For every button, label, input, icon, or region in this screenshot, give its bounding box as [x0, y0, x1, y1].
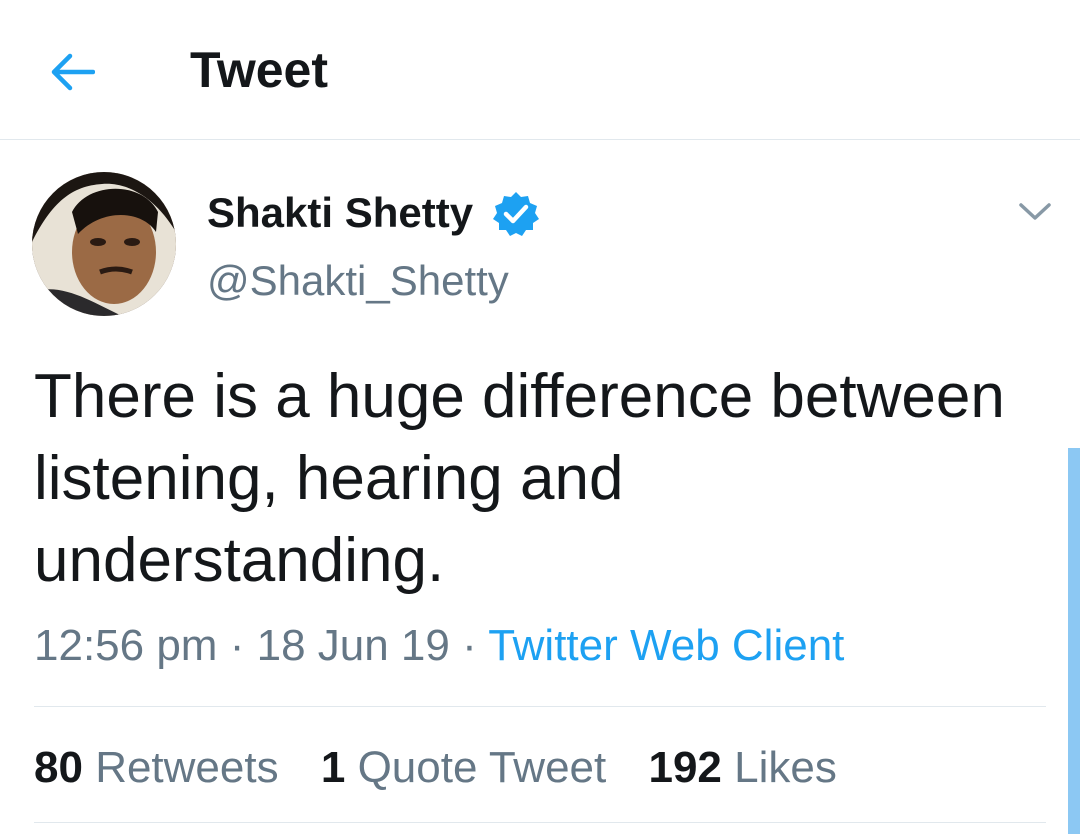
quotes-label: Quote Tweet	[357, 743, 607, 792]
meta-separator: ·	[229, 621, 245, 670]
meta-separator: ·	[462, 621, 477, 670]
quotes-count: 1	[320, 743, 346, 792]
tweet-menu-button[interactable]	[1010, 192, 1060, 232]
arrow-left-icon	[51, 53, 95, 91]
likes-label: Likes	[734, 743, 837, 792]
retweets-label: Retweets	[95, 743, 279, 792]
tweet-text: There is a huge difference between liste…	[34, 362, 1005, 595]
tweet-detail-page: Tweet Shakti Shetty @Shakti_Shetty There…	[0, 0, 1080, 834]
page-title: Tweet	[190, 42, 328, 98]
scrollbar[interactable]	[1068, 448, 1080, 834]
divider	[34, 706, 1046, 707]
avatar-photo	[32, 172, 176, 316]
likes-stat[interactable]: 192 Likes	[648, 740, 836, 796]
tweet-stats: 80 Retweets 1 Quote Tweet 192 Likes	[34, 740, 867, 796]
divider	[34, 822, 1046, 823]
author-name[interactable]: Shakti Shetty	[207, 188, 473, 238]
tweet-source-link[interactable]: Twitter Web Client	[488, 621, 844, 670]
author-handle[interactable]: @Shakti_Shetty	[207, 256, 509, 306]
tweet-time: 12:56 pm	[34, 621, 218, 670]
retweets-stat[interactable]: 80 Retweets	[34, 740, 279, 796]
retweets-count: 80	[34, 743, 83, 792]
chevron-down-icon	[1019, 203, 1051, 220]
back-button[interactable]	[44, 44, 100, 100]
avatar[interactable]	[32, 172, 176, 316]
likes-count: 192	[648, 743, 722, 792]
top-bar: Tweet	[0, 0, 1080, 140]
verified-badge-icon	[492, 190, 540, 238]
tweet-date: 18 Jun 19	[256, 621, 450, 670]
quote-tweets-stat[interactable]: 1 Quote Tweet	[321, 740, 606, 796]
tweet-meta: 12:56 pm · 18 Jun 19 · Twitter Web Clien…	[34, 618, 844, 674]
